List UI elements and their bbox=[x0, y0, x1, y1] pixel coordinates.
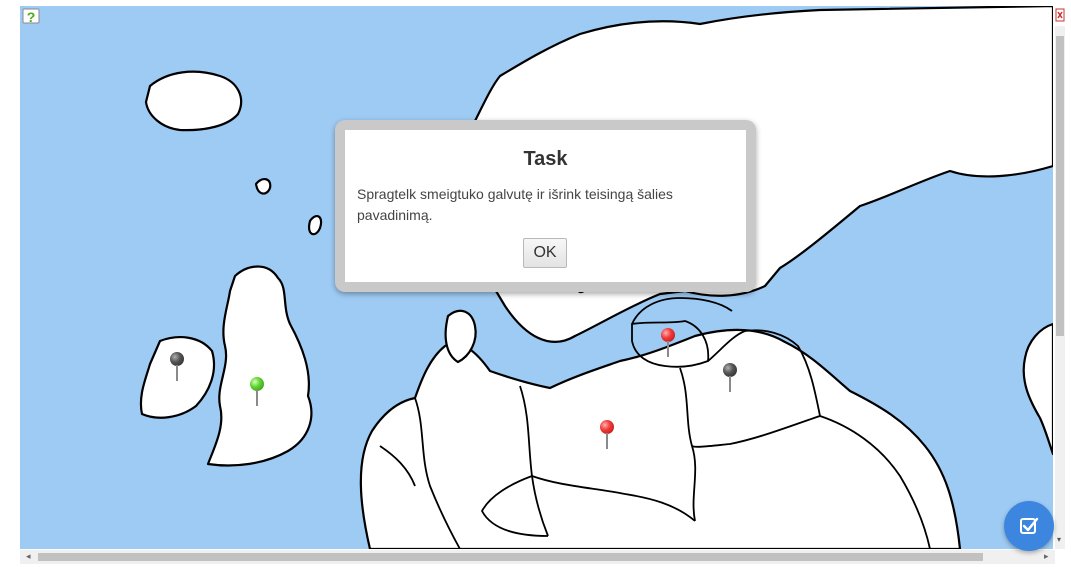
russia-edge bbox=[1022, 322, 1053, 456]
task-dialog: Task Spragtelk smeigtuko galvutę ir išri… bbox=[335, 120, 756, 292]
pin-head[interactable] bbox=[600, 420, 614, 434]
help-icon[interactable]: ? bbox=[22, 8, 40, 26]
check-answers-button[interactable] bbox=[1004, 501, 1054, 551]
scroll-left-arrow-icon[interactable]: ◂ bbox=[26, 551, 31, 562]
vertical-scrollbar-thumb[interactable] bbox=[1056, 36, 1064, 336]
pin-poland[interactable] bbox=[598, 420, 616, 454]
pin-needle bbox=[256, 390, 258, 406]
pin-needle bbox=[729, 376, 731, 392]
faroe-island bbox=[254, 178, 272, 195]
pin-needle bbox=[606, 433, 608, 449]
pin-ireland[interactable] bbox=[168, 352, 186, 386]
pin-needle bbox=[667, 341, 669, 357]
ok-button[interactable]: OK bbox=[523, 238, 567, 268]
continental-europe bbox=[359, 328, 962, 549]
great-britain bbox=[206, 265, 313, 467]
close-icon[interactable] bbox=[1055, 8, 1065, 22]
dialog-title: Task bbox=[523, 148, 568, 170]
border-latvia bbox=[631, 297, 733, 325]
pin-head[interactable] bbox=[250, 377, 264, 391]
pin-head[interactable] bbox=[170, 352, 184, 366]
task-dialog-body: Task Spragtelk smeigtuko galvutę ir išri… bbox=[345, 130, 746, 282]
svg-text:?: ? bbox=[27, 9, 36, 25]
pin-great-britain[interactable] bbox=[248, 377, 266, 411]
vertical-scrollbar[interactable] bbox=[1055, 26, 1065, 549]
pin-belarus[interactable] bbox=[721, 363, 739, 397]
iceland bbox=[144, 70, 243, 132]
horizontal-scrollbar[interactable] bbox=[20, 550, 1055, 564]
shetland-island bbox=[308, 215, 323, 236]
pin-needle bbox=[176, 365, 178, 381]
scroll-right-arrow-icon[interactable]: ▸ bbox=[1044, 551, 1049, 562]
scroll-down-arrow-icon[interactable]: ▾ bbox=[1057, 535, 1061, 544]
pin-lithuania[interactable] bbox=[659, 328, 677, 362]
horizontal-scrollbar-thumb[interactable] bbox=[38, 553, 983, 561]
dialog-message: Spragtelk smeigtuko galvutę ir išrink te… bbox=[357, 186, 673, 223]
pin-head[interactable] bbox=[723, 363, 737, 377]
pin-head[interactable] bbox=[661, 328, 675, 342]
check-icon bbox=[1020, 517, 1039, 534]
